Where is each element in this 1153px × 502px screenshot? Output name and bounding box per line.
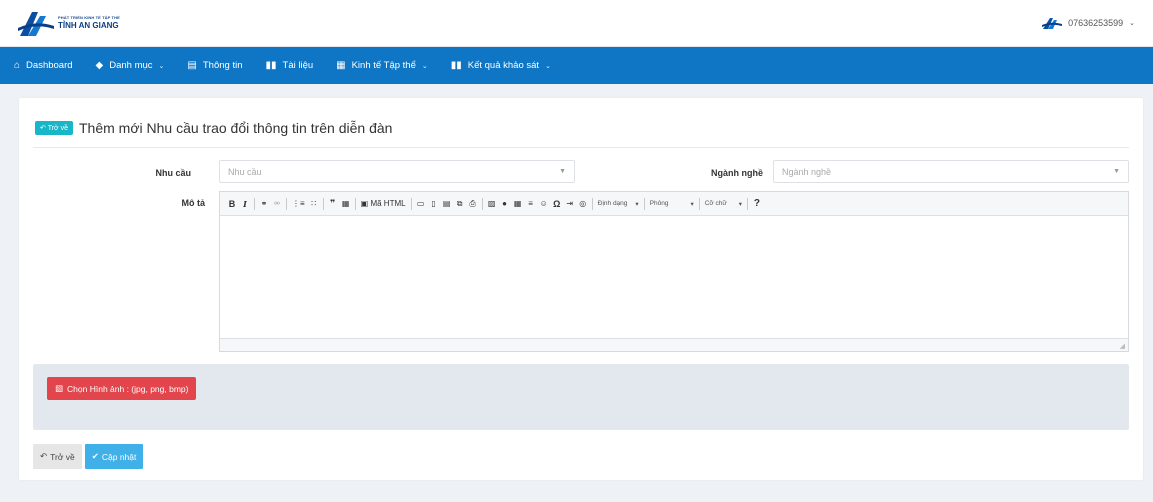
chevron-down-icon: ⌄ [1129, 20, 1135, 27]
font-dropdown[interactable]: Phông ▾ [650, 200, 694, 208]
top-header: PHÁT TRIỂN KINH TẾ TẬP THỂ TỈNH AN GIANG… [0, 0, 1153, 47]
editor-toolbar: B I ⚭ ⚮ ⋮≡ ∷ ❞ ▦ ▣ Mã HTML ▭ ▯ ▤ ⧉ ⎙ ▨ ●… [220, 192, 1128, 216]
nav-item-thong-tin[interactable]: ▤ Thông tin [187, 60, 242, 71]
title-divider [33, 147, 1129, 148]
caret-down-icon: ▾ [738, 200, 742, 208]
toolbar-separator [410, 197, 412, 210]
back-button[interactable]: ↶ Trở về [33, 444, 82, 469]
bold-icon[interactable]: B [228, 199, 236, 209]
nganh-nghe-select[interactable]: Ngành nghề ▼ [773, 160, 1129, 183]
toolbar-separator [481, 197, 483, 210]
save-icon[interactable]: ▭ [417, 199, 425, 208]
user-logo-icon [1042, 18, 1063, 29]
preview-icon[interactable]: ⧉ [456, 199, 464, 209]
help-icon[interactable]: ? [753, 198, 761, 209]
special-char-icon[interactable]: Ω [553, 199, 561, 209]
link-icon[interactable]: ⚭ [260, 199, 268, 208]
newspaper-icon: ▤ [187, 59, 197, 71]
toolbar-separator [643, 197, 645, 210]
nhu-cau-placeholder: Nhu cầu [228, 166, 262, 177]
nhu-cau-label: Nhu cầu [155, 168, 191, 178]
nav-item-danh-muc[interactable]: ◆ Danh mục ⌄ [96, 60, 165, 71]
nav-item-label: Kết quả khảo sát [467, 60, 540, 71]
save-button[interactable]: ✔ Cập nhật [84, 444, 144, 469]
toolbar-separator [746, 197, 748, 210]
toolbar-separator [286, 197, 287, 210]
user-phone: 07636253599 [1068, 18, 1124, 28]
main-nav: ⌂ Dashboard ◆ Danh mục ⌄ ▤ Thông tin ▮▮ … [0, 47, 1153, 84]
page-title: Thêm mới Nhu cầu trao đổi thông tin trên… [78, 120, 393, 136]
templates-icon[interactable]: ▤ [443, 199, 451, 208]
nganh-nghe-placeholder: Ngành nghề [782, 166, 832, 177]
chevron-down-icon: ▼ [1113, 168, 1120, 175]
nav-item-kinh-te-tap-the[interactable]: ▦ Kinh tế Tập thể ⌄ [336, 60, 428, 71]
italic-icon[interactable]: I [241, 199, 249, 209]
bulleted-list-icon[interactable]: ∷ [310, 199, 318, 208]
reply-icon: ↶ [40, 125, 46, 132]
chevron-down-icon: ⌄ [158, 62, 165, 70]
form-card: ↶ Trở về Thêm mới Nhu cầu trao đổi thông… [19, 98, 1143, 480]
logo-subtitle: PHÁT TRIỂN KINH TẾ TẬP THỂ [58, 15, 120, 20]
book-icon: ▮▮ [265, 59, 277, 71]
tag-icon: ◆ [95, 59, 104, 71]
flash-icon[interactable]: ● [501, 199, 509, 208]
size-dropdown[interactable]: Cỡ chữ ▾ [705, 200, 742, 208]
print-icon[interactable]: ⎙ [469, 199, 477, 209]
horizontal-rule-icon[interactable]: ≡ [527, 199, 535, 208]
mo-ta-label: Mô tả [181, 198, 206, 208]
nav-item-dashboard[interactable]: ⌂ Dashboard [14, 60, 73, 71]
user-menu[interactable]: 07636253599 ⌄ [1042, 16, 1135, 30]
nhu-cau-select[interactable]: Nhu cầu ▼ [219, 160, 575, 183]
nav-item-tai-lieu[interactable]: ▮▮ Tài liệu [266, 60, 314, 71]
nav-item-label: Dashboard [26, 60, 73, 71]
site-logo[interactable]: PHÁT TRIỂN KINH TẾ TẬP THỂ TỈNH AN GIANG [18, 8, 120, 38]
rich-text-editor: B I ⚭ ⚮ ⋮≡ ∷ ❞ ▦ ▣ Mã HTML ▭ ▯ ▤ ⧉ ⎙ ▨ ●… [219, 191, 1129, 352]
iframe-icon[interactable]: ◎ [579, 199, 587, 208]
toolbar-separator [254, 197, 255, 210]
nav-item-label: Kinh tế Tập thể [351, 60, 416, 71]
toolbar-separator [354, 197, 356, 210]
reply-icon: ↶ [40, 451, 48, 461]
nav-item-ket-qua-khao-sat[interactable]: ▮▮ Kết quả khảo sát ⌄ [451, 60, 551, 71]
book-icon: ▮▮ [450, 59, 462, 71]
caret-down-icon: ▾ [690, 200, 694, 208]
form-actions: ↶ Trở về ✔ Cập nhật [33, 444, 144, 469]
back-button-small[interactable]: ↶ Trở về [35, 121, 73, 135]
source-button[interactable]: ▣ Mã HTML [361, 199, 406, 208]
smiley-icon[interactable]: ☺ [540, 199, 548, 208]
editor-footer: ◢ [220, 338, 1128, 351]
chevron-down-icon: ▼ [559, 168, 566, 175]
toolbar-separator [591, 197, 593, 210]
resize-grip-icon[interactable]: ◢ [1120, 342, 1125, 350]
caret-down-icon: ▾ [635, 200, 639, 208]
nganh-nghe-label: Ngành nghề [711, 168, 763, 178]
nav-item-label: Tài liệu [282, 60, 314, 71]
nav-item-label: Danh mục [109, 60, 153, 71]
image-icon[interactable]: ▨ [488, 199, 496, 208]
toolbar-separator [698, 197, 700, 210]
unlink-icon[interactable]: ⚮ [273, 199, 281, 208]
choose-image-button[interactable]: ▧ Chọn Hình ảnh : (jpg, png, bmp) [47, 377, 197, 400]
nav-item-label: Thông tin [202, 60, 243, 71]
blockquote-icon[interactable]: ❞ [329, 198, 337, 209]
toolbar-separator [322, 197, 324, 210]
editor-content-area[interactable] [220, 216, 1128, 338]
new-page-icon[interactable]: ▯ [430, 199, 438, 208]
table-icon[interactable]: ▦ [514, 199, 522, 208]
numbered-list-icon[interactable]: ⋮≡ [292, 199, 305, 208]
div-icon[interactable]: ▦ [342, 199, 350, 208]
images-icon: ▧ [55, 383, 64, 393]
chevron-down-icon: ⌄ [421, 62, 428, 70]
check-icon: ✔ [91, 451, 99, 461]
logo-icon [18, 12, 54, 36]
list-icon: ▦ [336, 59, 346, 71]
chevron-down-icon: ⌄ [545, 62, 551, 70]
page-break-icon[interactable]: ⇥ [566, 199, 574, 208]
format-dropdown[interactable]: Định dạng ▾ [598, 200, 639, 208]
home-icon: ⌂ [14, 59, 21, 71]
source-icon: ▣ [360, 199, 369, 208]
upload-panel: ▧ Chọn Hình ảnh : (jpg, png, bmp) [33, 364, 1129, 430]
logo-title: TỈNH AN GIANG [58, 21, 119, 30]
